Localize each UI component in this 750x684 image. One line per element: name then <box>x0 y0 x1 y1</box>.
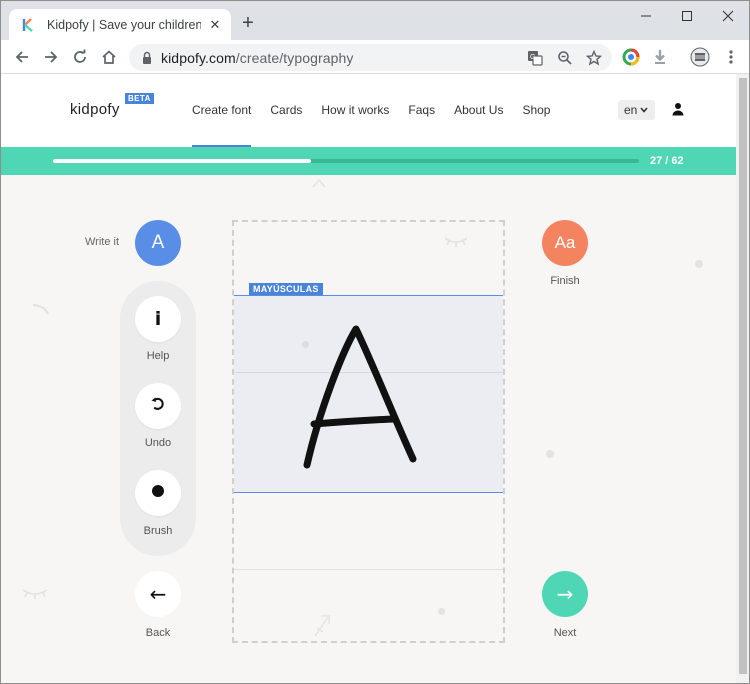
extension-colorful-icon[interactable] <box>619 45 643 69</box>
undo-label: Undo <box>144 437 172 449</box>
nav-create-font[interactable]: Create font <box>192 103 252 148</box>
main-nav: Create font Cards How it works Faqs Abou… <box>192 103 569 148</box>
brush-button[interactable] <box>135 470 181 516</box>
language-select[interactable]: en <box>618 100 655 120</box>
progress-label: 27 / 62 <box>650 155 684 167</box>
new-tab-button[interactable]: + <box>238 13 258 33</box>
chevron-down-icon <box>640 105 648 115</box>
translate-icon[interactable]: G <box>525 48 545 68</box>
back-nav-icon[interactable] <box>10 45 34 69</box>
minimize-button[interactable] <box>626 1 666 31</box>
back-label: Back <box>145 627 171 639</box>
download-icon[interactable] <box>648 45 672 69</box>
deco-dot <box>546 450 554 458</box>
home-icon[interactable] <box>97 45 121 69</box>
page-content: kidpofy BETA Create font Cards How it wo… <box>1 74 736 683</box>
forward-nav-icon[interactable] <box>39 45 63 69</box>
bookmark-star-icon[interactable] <box>584 48 604 68</box>
language-value: en <box>624 103 638 117</box>
url-text: kidpofy.com/create/typography <box>161 50 354 66</box>
deco-chevron-icon <box>312 178 326 188</box>
browser-menu-icon[interactable] <box>719 45 743 69</box>
arrow-left-icon: ← <box>149 582 167 606</box>
info-icon: i <box>154 308 162 330</box>
write-it-label: Write it <box>85 236 120 248</box>
brush-dot-icon <box>151 484 165 503</box>
scrollbar-thumb[interactable] <box>739 78 747 674</box>
browser-tab[interactable]: Kidpofy | Save your children's d ✕ <box>9 9 231 40</box>
svg-text:G: G <box>530 54 535 61</box>
nav-faqs[interactable]: Faqs <box>408 103 435 117</box>
maximize-button[interactable] <box>667 1 707 31</box>
tab-close-icon[interactable]: ✕ <box>207 17 223 33</box>
page-scrollbar[interactable] <box>736 74 749 683</box>
tab-title: Kidpofy | Save your children's d <box>47 17 201 32</box>
browser-toolbar: kidpofy.com/create/typography G <box>1 40 749 74</box>
site-logo[interactable]: kidpofy <box>70 101 120 118</box>
finish-label: Finish <box>550 275 580 287</box>
zoom-icon[interactable] <box>555 48 575 68</box>
tab-strip: Kidpofy | Save your children's d ✕ + <box>1 1 749 40</box>
site-header: kidpofy BETA Create font Cards How it wo… <box>1 74 736 148</box>
brush-label: Brush <box>143 525 173 537</box>
url-path: /create/typography <box>235 49 354 66</box>
nav-about-us[interactable]: About Us <box>454 103 503 117</box>
deco-dot <box>695 260 703 268</box>
undo-button[interactable] <box>135 383 181 429</box>
close-window-button[interactable] <box>708 1 748 31</box>
write-it-button[interactable]: A <box>135 220 181 266</box>
user-icon[interactable] <box>671 102 685 116</box>
next-label: Next <box>553 627 577 639</box>
lock-icon <box>141 51 153 65</box>
reload-icon[interactable] <box>68 45 92 69</box>
nav-how-it-works[interactable]: How it works <box>321 103 389 117</box>
aa-glyph: Aa <box>554 233 576 252</box>
nav-cards[interactable]: Cards <box>270 103 302 117</box>
drawn-letter-a <box>303 325 417 469</box>
help-button[interactable]: i <box>135 296 181 342</box>
browser-window: Kidpofy | Save your children's d ✕ + <box>0 0 750 684</box>
deco-eyelash-2-icon <box>22 589 48 599</box>
url-host: kidpofy.com <box>161 49 236 66</box>
drawing-canvas[interactable]: MAYÚSCULAS <box>232 220 505 643</box>
kidpofy-favicon-icon <box>21 17 37 33</box>
arrow-right-icon: → <box>556 582 574 606</box>
address-bar[interactable]: kidpofy.com/create/typography G <box>129 44 612 71</box>
help-label: Help <box>146 350 170 362</box>
back-button[interactable]: ← <box>135 571 181 617</box>
beta-badge: BETA <box>125 93 154 104</box>
deco-swoosh-icon <box>32 304 49 315</box>
nav-shop[interactable]: Shop <box>522 103 550 117</box>
progress-bar <box>53 159 639 163</box>
finish-button[interactable]: Aa <box>542 220 588 266</box>
undo-icon <box>150 396 166 417</box>
next-button[interactable]: → <box>542 571 588 617</box>
progress-fill <box>53 159 311 163</box>
profile-avatar-icon[interactable] <box>688 45 712 69</box>
